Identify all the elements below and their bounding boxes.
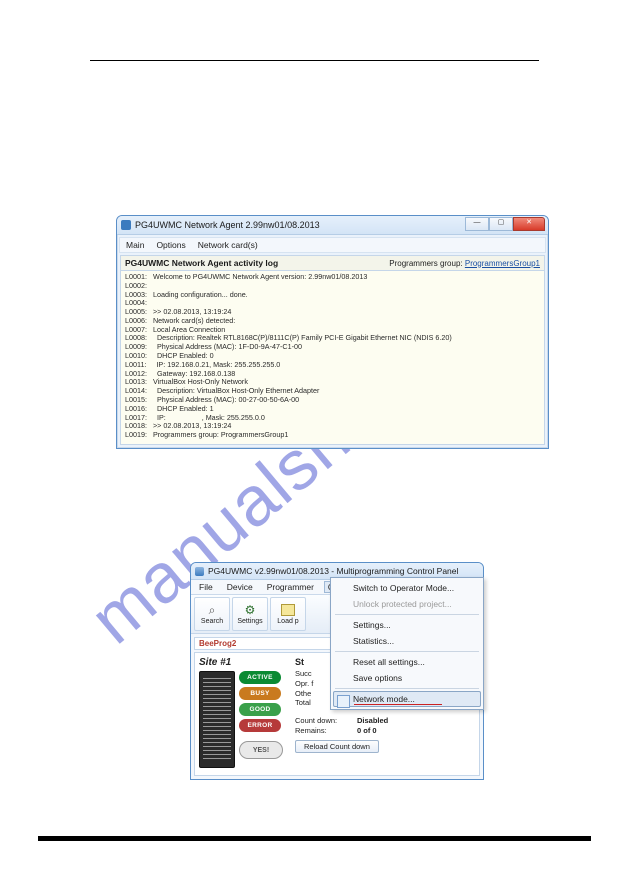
reload-countdown-button[interactable]: Reload Count down bbox=[295, 740, 379, 753]
page-rule-top bbox=[90, 60, 539, 61]
minimize-button[interactable]: — bbox=[465, 217, 489, 231]
programmer-name: BeeProg2 bbox=[199, 639, 236, 648]
dropdown-unlock-project: Unlock protected project... bbox=[333, 596, 481, 612]
close-button[interactable]: ✕ bbox=[513, 217, 545, 231]
menu-programmer[interactable]: Programmer bbox=[263, 581, 318, 593]
highlight-underline bbox=[354, 704, 442, 705]
menu-file[interactable]: File bbox=[195, 581, 217, 593]
led-error: ERROR bbox=[239, 719, 281, 732]
countdown-value: Disabled bbox=[357, 716, 388, 726]
search-icon: ⌕ bbox=[205, 603, 219, 617]
dropdown-save-options[interactable]: Save options bbox=[333, 670, 481, 686]
options-dropdown: Switch to Operator Mode... Unlock protec… bbox=[330, 577, 484, 710]
menu-device[interactable]: Device bbox=[223, 581, 257, 593]
site-hardware: ACTIVE BUSY GOOD ERROR YES! bbox=[199, 671, 289, 771]
dropdown-statistics[interactable]: Statistics... bbox=[333, 633, 481, 649]
menu-network-cards[interactable]: Network card(s) bbox=[198, 240, 258, 250]
load-project-button[interactable]: Load p bbox=[270, 597, 306, 631]
window-controls: — ▢ ✕ bbox=[465, 217, 545, 231]
settings-button[interactable]: ⚙ Settings bbox=[232, 597, 268, 631]
programmers-group-link[interactable]: ProgrammersGroup1 bbox=[465, 259, 540, 268]
yes-button[interactable]: YES! bbox=[239, 741, 283, 759]
load-project-label: Load p bbox=[277, 618, 298, 625]
dropdown-separator bbox=[335, 614, 479, 615]
activity-log-title: PG4UWMC Network Agent activity log bbox=[125, 258, 278, 268]
page-rule-bottom bbox=[38, 836, 591, 841]
activity-log-header: PG4UWMC Network Agent activity log Progr… bbox=[121, 256, 544, 271]
dropdown-switch-operator[interactable]: Switch to Operator Mode... bbox=[333, 580, 481, 596]
activity-log-panel: PG4UWMC Network Agent activity log Progr… bbox=[120, 255, 545, 445]
checkbox-icon bbox=[337, 695, 350, 708]
socket-pins-icon bbox=[203, 678, 231, 761]
menu-options[interactable]: Options bbox=[156, 240, 185, 250]
dropdown-network-mode[interactable]: Network mode... bbox=[333, 691, 481, 707]
site-left: Site #1 ACTIVE BUSY GOOD ERROR YES! bbox=[199, 657, 289, 771]
app-icon bbox=[195, 567, 204, 576]
search-label: Search bbox=[201, 618, 223, 625]
folder-icon bbox=[281, 603, 295, 617]
menu-main[interactable]: Main bbox=[126, 240, 144, 250]
dropdown-settings[interactable]: Settings... bbox=[333, 617, 481, 633]
control-panel-window: PG4UWMC v2.99nw01/08.2013 - Multiprogram… bbox=[190, 562, 484, 780]
programmers-group-caption: Programmers group: bbox=[389, 259, 462, 268]
programmers-group-label: Programmers group: ProgrammersGroup1 bbox=[389, 259, 540, 268]
led-busy: BUSY bbox=[239, 687, 281, 700]
dropdown-reset-all[interactable]: Reset all settings... bbox=[333, 654, 481, 670]
settings-label: Settings bbox=[237, 618, 262, 625]
led-active: ACTIVE bbox=[239, 671, 281, 684]
countdown-label: Count down: bbox=[295, 716, 349, 726]
menubar: Main Options Network card(s) bbox=[119, 237, 546, 253]
dropdown-separator bbox=[335, 688, 479, 689]
window-title: PG4UWMC Network Agent 2.99nw01/08.2013 bbox=[135, 220, 320, 230]
site-title: Site #1 bbox=[199, 657, 289, 668]
dropdown-separator bbox=[335, 651, 479, 652]
app-icon bbox=[121, 220, 131, 230]
led-good: GOOD bbox=[239, 703, 281, 716]
maximize-button[interactable]: ▢ bbox=[489, 217, 513, 231]
activity-log-text[interactable]: L0001: Welcome to PG4UWMC Network Agent … bbox=[121, 271, 544, 444]
window-titlebar[interactable]: PG4UWMC Network Agent 2.99nw01/08.2013 —… bbox=[117, 216, 548, 235]
remains-value: 0 of 0 bbox=[357, 726, 377, 736]
remains-label: Remains: bbox=[295, 726, 349, 736]
zif-socket-icon bbox=[199, 671, 235, 768]
search-button[interactable]: ⌕ Search bbox=[194, 597, 230, 631]
network-agent-window: PG4UWMC Network Agent 2.99nw01/08.2013 —… bbox=[116, 215, 549, 449]
gear-icon: ⚙ bbox=[243, 603, 257, 617]
dropdown-network-mode-label: Network mode... bbox=[353, 694, 415, 704]
led-column: ACTIVE BUSY GOOD ERROR bbox=[239, 671, 281, 732]
window-title: PG4UWMC v2.99nw01/08.2013 - Multiprogram… bbox=[208, 566, 458, 576]
